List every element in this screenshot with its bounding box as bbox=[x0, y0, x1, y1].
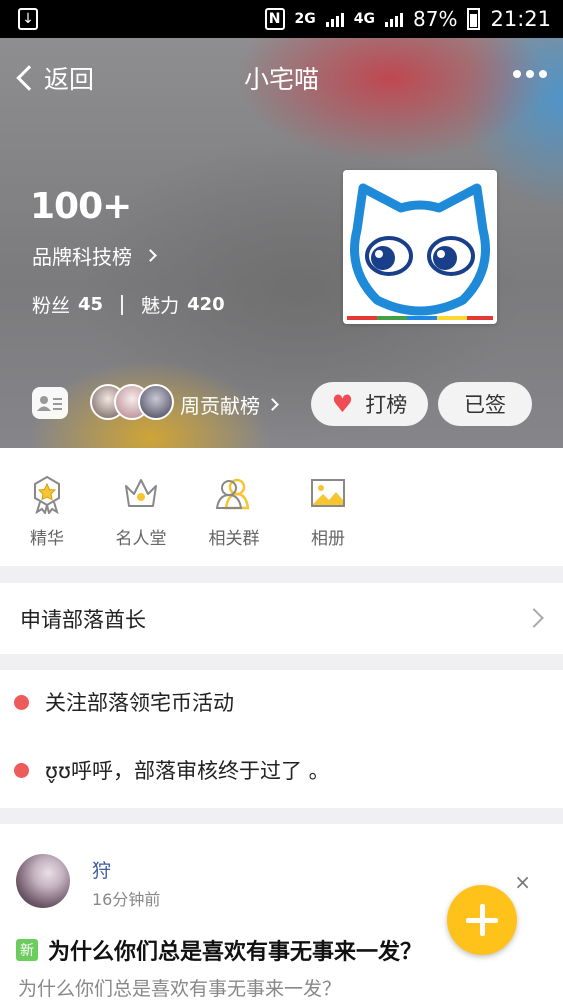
fans-label: 粉丝 bbox=[32, 295, 71, 317]
picture-icon bbox=[311, 479, 345, 507]
vote-button[interactable]: ♥ 打榜 bbox=[311, 382, 428, 426]
weekly-contrib-label: 周贡献榜 bbox=[180, 394, 260, 418]
close-icon[interactable]: × bbox=[514, 870, 531, 894]
tribe-rank: 100+ bbox=[30, 186, 132, 227]
medal-icon bbox=[34, 475, 60, 514]
weekly-contrib-link[interactable]: 周贡献榜 bbox=[180, 390, 279, 419]
board-link[interactable]: 品牌科技榜 bbox=[32, 241, 157, 270]
add-post-button[interactable] bbox=[447, 885, 517, 955]
apply-chief-label: 申请部落酋长 bbox=[20, 607, 146, 632]
notice-list: 关注部落领宅币活动 ʊ̬ʊ呼呼，部落审核终于过了 。 bbox=[0, 670, 563, 808]
signal-icon-2 bbox=[385, 11, 404, 27]
charm-label: 魅力 bbox=[141, 295, 180, 317]
nav-bar: 返回 小宅喵 bbox=[0, 38, 563, 118]
vote-label: 打榜 bbox=[365, 393, 408, 417]
stats-divider bbox=[121, 294, 124, 315]
post-author[interactable]: 狩 bbox=[92, 856, 111, 883]
contributor-avatars[interactable] bbox=[90, 384, 174, 420]
menu-item-album[interactable]: 相册 bbox=[288, 474, 368, 549]
quick-menu: 精华 名人堂 相关群 相册 bbox=[0, 448, 563, 566]
battery-icon bbox=[467, 8, 481, 30]
menu-item-hall-of-fame[interactable]: 名人堂 bbox=[101, 474, 181, 549]
menu-item-featured[interactable]: 精华 bbox=[7, 474, 87, 549]
chevron-right-icon bbox=[266, 398, 279, 411]
avatar[interactable] bbox=[16, 854, 70, 908]
signed-label: 已签 bbox=[464, 393, 506, 417]
group-icon bbox=[215, 478, 250, 510]
post-preview: 为什么你们总是喜欢有事无事来一发？ bbox=[18, 978, 342, 1000]
tribe-header: 返回 小宅喵 100+ 品牌科技榜 粉丝 45 魅力 420 周贡献榜 ♥ 打榜… bbox=[0, 38, 563, 448]
post-title-text: 为什么你们总是喜欢有事无事来一发？ bbox=[48, 940, 423, 965]
chevron-right-icon bbox=[144, 249, 157, 262]
board-link-label: 品牌科技榜 bbox=[32, 245, 132, 269]
menu-item-label: 相关群 bbox=[208, 529, 260, 549]
fans-count: 45 bbox=[78, 294, 104, 315]
tribe-action-row: 周贡献榜 ♥ 打榜 已签 bbox=[0, 378, 563, 428]
post-time: 16分钟前 bbox=[92, 890, 161, 909]
menu-item-label: 相册 bbox=[311, 529, 345, 549]
apply-chief-row[interactable]: 申请部落酋长 bbox=[0, 583, 563, 654]
network-2g-label: 2G bbox=[294, 11, 316, 27]
status-bar: ↓ N 2G 4G 87% 21:21 bbox=[0, 0, 563, 38]
charm-count: 420 bbox=[187, 294, 225, 315]
post-title[interactable]: 新 为什么你们总是喜欢有事无事来一发？ bbox=[16, 934, 422, 966]
list-item[interactable]: 关注部落领宅币活动 bbox=[0, 670, 563, 734]
more-options-icon[interactable] bbox=[513, 70, 547, 78]
nfc-icon: N bbox=[264, 8, 285, 30]
page-title: 小宅喵 bbox=[243, 65, 319, 94]
notice-text: 关注部落领宅币活动 bbox=[45, 691, 234, 715]
menu-item-related-groups[interactable]: 相关群 bbox=[194, 474, 274, 549]
signed-button[interactable]: 已签 bbox=[438, 382, 532, 426]
network-4g-label: 4G bbox=[353, 11, 376, 27]
red-dot-icon bbox=[14, 694, 29, 710]
avatar bbox=[138, 384, 174, 420]
member-card-icon[interactable] bbox=[32, 387, 68, 419]
signal-icon bbox=[325, 11, 344, 27]
red-dot-icon bbox=[14, 762, 29, 778]
list-item[interactable]: ʊ̬ʊ呼呼，部落审核终于过了 。 bbox=[0, 738, 563, 802]
notice-text: ʊ̬ʊ呼呼，部落审核终于过了 。 bbox=[45, 759, 330, 783]
chevron-right-icon bbox=[524, 608, 544, 628]
tribe-stats: 粉丝 45 魅力 420 bbox=[32, 291, 225, 318]
clock: 21:21 bbox=[490, 7, 551, 31]
heart-icon: ♥ bbox=[331, 390, 354, 418]
download-icon: ↓ bbox=[18, 8, 38, 30]
tribe-logo[interactable] bbox=[343, 170, 497, 324]
menu-item-label: 名人堂 bbox=[115, 529, 167, 549]
battery-percent: 87% bbox=[413, 7, 458, 31]
menu-item-label: 精华 bbox=[30, 529, 64, 549]
crown-icon bbox=[125, 479, 157, 507]
new-badge: 新 bbox=[16, 939, 38, 961]
cat-face-logo-icon bbox=[343, 170, 497, 324]
